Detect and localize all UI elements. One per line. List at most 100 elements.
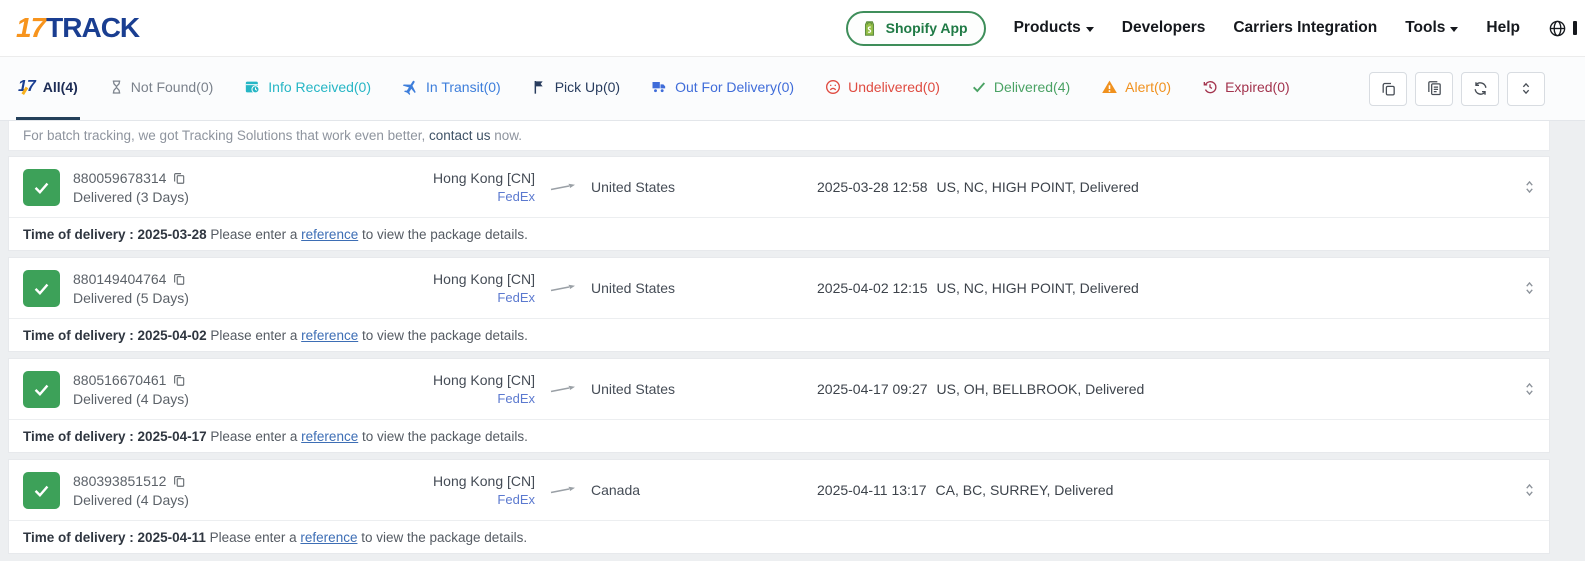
tracking-number: 880059678314 [73,170,166,186]
destination-country: Canada [591,482,817,498]
origin-country: Hong Kong [CN] [323,473,535,489]
tracking-number: 880393851512 [73,473,166,489]
shopify-bag-icon [860,19,879,38]
nav-tools[interactable]: Tools [1405,19,1458,37]
tab-undelivered[interactable]: Undelivered(0) [823,57,942,120]
carrier-link[interactable]: FedEx [323,189,535,204]
route-arrow-icon [550,383,576,395]
latest-event-info: US, OH, BELLBROOK, Delivered [937,381,1145,397]
carrier-link[interactable]: FedEx [323,290,535,305]
tab-not-found[interactable]: Not Found(0) [107,57,215,120]
row-expand-icon[interactable] [1509,382,1535,396]
latest-event-info: US, NC, HIGH POINT, Delivered [937,179,1139,195]
globe-icon [1548,19,1567,38]
carrier-link[interactable]: FedEx [323,391,535,406]
tab-alert[interactable]: Alert(0) [1099,57,1173,120]
copy-button[interactable] [1369,72,1407,106]
route-arrow-icon [550,484,576,496]
shipment-row[interactable]: 880516670461 Delivered (4 Days) Hong Kon… [9,359,1549,419]
logo-17-icon: 17 [18,79,36,95]
contact-us-link[interactable]: contact us [429,128,491,143]
copy-all-button[interactable] [1415,72,1453,106]
batch-tracking-notice: For batch tracking, we got Tracking Solu… [8,121,1550,151]
origin-country: Hong Kong [CN] [323,170,535,186]
copy-tracking-number-icon[interactable] [172,171,186,185]
tracking-number: 880149404764 [73,271,166,287]
language-selector[interactable] [1548,19,1577,38]
tab-in-transit[interactable]: In Transit(0) [400,57,503,120]
shipment-card: 880393851512 Delivered (4 Days) Hong Kon… [8,459,1550,554]
reference-link[interactable]: reference [301,328,358,343]
hourglass-icon [109,79,124,95]
nav-developers[interactable]: Developers [1122,19,1206,37]
caret-down-icon [1086,27,1094,32]
origin-country: Hong Kong [CN] [323,372,535,388]
top-header: 17 TRACK Shopify App Products Developers… [0,0,1585,57]
shipment-row[interactable]: 880059678314 Delivered (3 Days) Hong Kon… [9,157,1549,217]
copy-tracking-number-icon[interactable] [172,272,186,286]
tracking-list: For batch tracking, we got Tracking Solu… [0,121,1585,554]
warning-triangle-icon [1101,79,1118,95]
delivered-status-box [23,169,60,206]
row-expand-icon[interactable] [1509,180,1535,194]
logo-track-text: TRACK [46,12,139,44]
shipment-card: 880516670461 Delivered (4 Days) Hong Kon… [8,358,1550,453]
latest-event-time: 2025-03-28 12:58 [817,179,928,195]
tab-out-for-delivery[interactable]: Out For Delivery(0) [649,57,796,120]
status-tabs: 17 All(4) Not Found(0) Info Received(0) [16,57,1292,120]
latest-event-info: US, NC, HIGH POINT, Delivered [937,280,1139,296]
shopify-app-button[interactable]: Shopify App [846,11,986,46]
shipment-card: 880059678314 Delivered (3 Days) Hong Kon… [8,156,1550,251]
nav-products[interactable]: Products [1014,19,1094,37]
shopify-app-label: Shopify App [886,20,968,36]
row-expand-icon[interactable] [1509,281,1535,295]
sad-face-icon [825,79,841,95]
check-icon [971,79,987,95]
status-text: Delivered (4 Days) [73,391,323,407]
caret-down-icon [1450,27,1458,32]
reference-link[interactable]: reference [301,429,358,444]
shipment-card: 880149404764 Delivered (5 Days) Hong Kon… [8,257,1550,352]
refresh-button[interactable] [1461,72,1499,106]
row-expand-icon[interactable] [1509,483,1535,497]
copy-tracking-number-icon[interactable] [172,373,186,387]
nav-help[interactable]: Help [1486,19,1520,37]
17track-logo[interactable]: 17 TRACK [16,12,139,44]
destination-country: United States [591,381,817,397]
tab-expired[interactable]: Expired(0) [1200,57,1292,120]
latest-event-time: 2025-04-02 12:15 [817,280,928,296]
reference-link[interactable]: reference [301,227,358,242]
clipped-language-text [1573,21,1577,35]
expand-collapse-button[interactable] [1507,72,1545,106]
copy-tracking-number-icon[interactable] [172,474,186,488]
logo-17-text: 17 [16,12,45,44]
tab-pick-up[interactable]: Pick Up(0) [530,57,622,120]
delivery-truck-icon [651,79,668,95]
latest-event-info: CA, BC, SURREY, Delivered [936,482,1114,498]
destination-country: United States [591,179,817,195]
reference-link[interactable]: reference [300,530,357,545]
delivery-detail-row: Time of delivery : 2025-04-02 Please ent… [9,318,1549,351]
filter-bar-actions [1369,57,1545,120]
route-arrow-icon [550,282,576,294]
delivered-status-box [23,371,60,408]
tab-delivered[interactable]: Delivered(4) [969,57,1072,120]
carrier-link[interactable]: FedEx [323,492,535,507]
delivery-detail-row: Time of delivery : 2025-03-28 Please ent… [9,217,1549,250]
delivered-status-box [23,270,60,307]
airplane-icon [402,79,419,96]
tracking-number: 880516670461 [73,372,166,388]
tab-info-received[interactable]: Info Received(0) [242,57,373,120]
tab-all[interactable]: 17 All(4) [16,57,80,120]
status-text: Delivered (5 Days) [73,290,323,306]
delivered-status-box [23,472,60,509]
destination-country: United States [591,280,817,296]
nav-carriers-integration[interactable]: Carriers Integration [1233,19,1377,37]
flag-icon [532,79,548,95]
route-arrow-icon [550,181,576,193]
history-clock-icon [1202,79,1218,95]
status-text: Delivered (3 Days) [73,189,323,205]
delivery-detail-row: Time of delivery : 2025-04-11 Please ent… [9,520,1549,553]
shipment-row[interactable]: 880393851512 Delivered (4 Days) Hong Kon… [9,460,1549,520]
shipment-row[interactable]: 880149404764 Delivered (5 Days) Hong Kon… [9,258,1549,318]
